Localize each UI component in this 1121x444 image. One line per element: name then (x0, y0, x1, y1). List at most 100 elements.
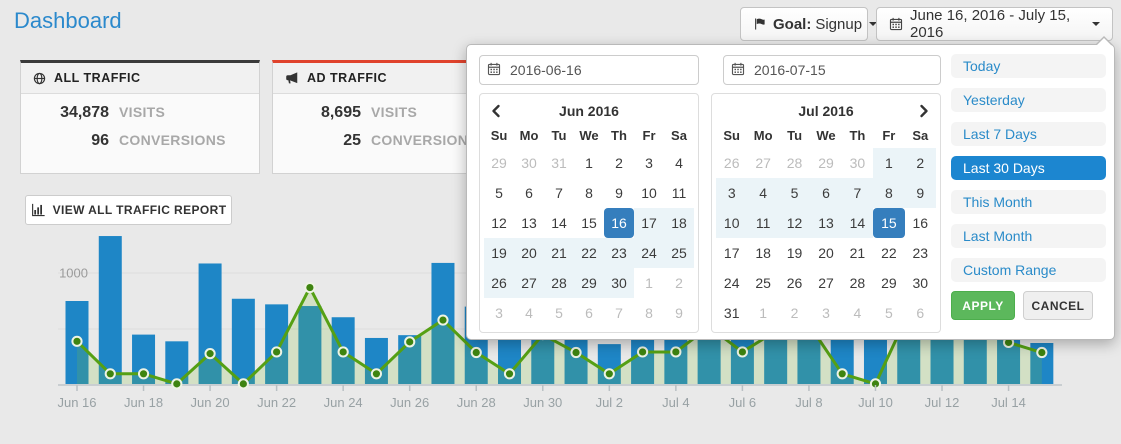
calendar-day[interactable]: 27 (747, 148, 778, 178)
calendar-day[interactable]: 28 (779, 148, 810, 178)
calendar-day[interactable]: 30 (604, 268, 634, 298)
calendar-day[interactable]: 15 (873, 208, 904, 238)
calendar-day[interactable]: 19 (484, 238, 514, 268)
calendar-day[interactable]: 25 (747, 268, 778, 298)
preset-custom-range[interactable]: Custom Range (951, 258, 1106, 282)
view-all-traffic-report-button[interactable]: VIEW ALL TRAFFIC REPORT (25, 195, 232, 225)
calendar-day[interactable]: 30 (842, 148, 873, 178)
calendar-day[interactable]: 9 (604, 178, 634, 208)
calendar-day[interactable]: 26 (716, 148, 747, 178)
calendar-day[interactable]: 6 (905, 298, 936, 328)
calendar-day[interactable]: 23 (905, 238, 936, 268)
calendar-day[interactable]: 30 (905, 268, 936, 298)
calendar-day[interactable]: 26 (484, 268, 514, 298)
calendar-day[interactable]: 3 (484, 298, 514, 328)
calendar-day[interactable]: 29 (484, 148, 514, 178)
preset-yesterday[interactable]: Yesterday (951, 88, 1106, 112)
calendar-day[interactable]: 7 (604, 298, 634, 328)
calendar-day[interactable]: 7 (544, 178, 574, 208)
calendar-day[interactable]: 18 (664, 208, 694, 238)
calendar-day[interactable]: 17 (634, 208, 664, 238)
preset-last-7-days[interactable]: Last 7 Days (951, 122, 1106, 146)
calendar-day[interactable]: 9 (905, 178, 936, 208)
calendar-day[interactable]: 3 (716, 178, 747, 208)
calendar-day[interactable]: 17 (716, 238, 747, 268)
calendar-day[interactable]: 6 (810, 178, 841, 208)
calendar-day[interactable]: 10 (716, 208, 747, 238)
calendar-day[interactable]: 22 (873, 238, 904, 268)
calendar-day[interactable]: 1 (574, 148, 604, 178)
calendar-day[interactable]: 28 (544, 268, 574, 298)
goal-dropdown-button[interactable]: Goal: Signup (740, 7, 868, 41)
calendar-day[interactable]: 6 (574, 298, 604, 328)
cancel-button[interactable]: CANCEL (1023, 291, 1093, 320)
calendar-day[interactable]: 1 (747, 298, 778, 328)
calendar-day[interactable]: 4 (747, 178, 778, 208)
calendar-day[interactable]: 25 (664, 238, 694, 268)
calendar-day[interactable]: 2 (905, 148, 936, 178)
calendar-day[interactable]: 5 (544, 298, 574, 328)
calendar-day[interactable]: 20 (810, 238, 841, 268)
calendar-day[interactable]: 13 (514, 208, 544, 238)
calendar-day[interactable]: 12 (779, 208, 810, 238)
calendar-day[interactable]: 27 (514, 268, 544, 298)
calendar-day[interactable]: 12 (484, 208, 514, 238)
calendar-day[interactable]: 5 (779, 178, 810, 208)
calendar-day[interactable]: 5 (484, 178, 514, 208)
calendar-day[interactable]: 29 (873, 268, 904, 298)
apply-button[interactable]: APPLY (951, 291, 1015, 320)
calendar-day[interactable]: 28 (842, 268, 873, 298)
calendar-day[interactable]: 21 (544, 238, 574, 268)
calendar-day[interactable]: 4 (664, 148, 694, 178)
calendar-day[interactable]: 15 (574, 208, 604, 238)
calendar-day[interactable]: 14 (842, 208, 873, 238)
calendar-day[interactable]: 10 (634, 178, 664, 208)
calendar-day[interactable]: 4 (842, 298, 873, 328)
calendar-day[interactable]: 14 (544, 208, 574, 238)
calendar-day[interactable]: 9 (664, 298, 694, 328)
calendar-day[interactable]: 23 (604, 238, 634, 268)
calendar-day[interactable]: 16 (604, 208, 634, 238)
calendar-day[interactable]: 2 (604, 148, 634, 178)
calendar-day[interactable]: 21 (842, 238, 873, 268)
calendar-day[interactable]: 5 (873, 298, 904, 328)
calendar-day[interactable]: 16 (905, 208, 936, 238)
calendar-day[interactable]: 8 (873, 178, 904, 208)
preset-today[interactable]: Today (951, 54, 1106, 78)
preset-last-30-days[interactable]: Last 30 Days (951, 156, 1106, 180)
calendar-day[interactable]: 20 (514, 238, 544, 268)
calendar-day[interactable]: 6 (514, 178, 544, 208)
preset-last-month[interactable]: Last Month (951, 224, 1106, 248)
calendar-day[interactable]: 29 (810, 148, 841, 178)
calendar-day[interactable]: 1 (634, 268, 664, 298)
calendar-day[interactable]: 11 (747, 208, 778, 238)
calendar-day[interactable]: 8 (634, 298, 664, 328)
calendar-day[interactable]: 29 (574, 268, 604, 298)
calendar-day[interactable]: 13 (810, 208, 841, 238)
chevron-left-icon[interactable] (490, 104, 502, 118)
calendar-day[interactable]: 2 (779, 298, 810, 328)
calendar-day[interactable]: 31 (716, 298, 747, 328)
calendar-day[interactable]: 3 (810, 298, 841, 328)
calendar-day[interactable]: 11 (664, 178, 694, 208)
calendar-day[interactable]: 18 (747, 238, 778, 268)
calendar-day[interactable]: 8 (574, 178, 604, 208)
calendar-day[interactable]: 27 (810, 268, 841, 298)
calendar-day[interactable]: 1 (873, 148, 904, 178)
calendar-day[interactable]: 4 (514, 298, 544, 328)
chevron-right-icon[interactable] (918, 104, 930, 118)
calendar-day[interactable]: 19 (779, 238, 810, 268)
calendar-day[interactable]: 26 (779, 268, 810, 298)
calendar-day[interactable]: 22 (574, 238, 604, 268)
calendar-day[interactable]: 24 (716, 268, 747, 298)
end-date-input[interactable] (723, 55, 941, 85)
calendar-day[interactable]: 30 (514, 148, 544, 178)
calendar-day[interactable]: 31 (544, 148, 574, 178)
calendar-day[interactable]: 24 (634, 238, 664, 268)
calendar-day[interactable]: 7 (842, 178, 873, 208)
calendar-day[interactable]: 3 (634, 148, 664, 178)
start-date-input[interactable] (479, 55, 699, 85)
date-range-button[interactable]: June 16, 2016 - July 15, 2016 (876, 7, 1113, 41)
calendar-day[interactable]: 2 (664, 268, 694, 298)
preset-this-month[interactable]: This Month (951, 190, 1106, 214)
